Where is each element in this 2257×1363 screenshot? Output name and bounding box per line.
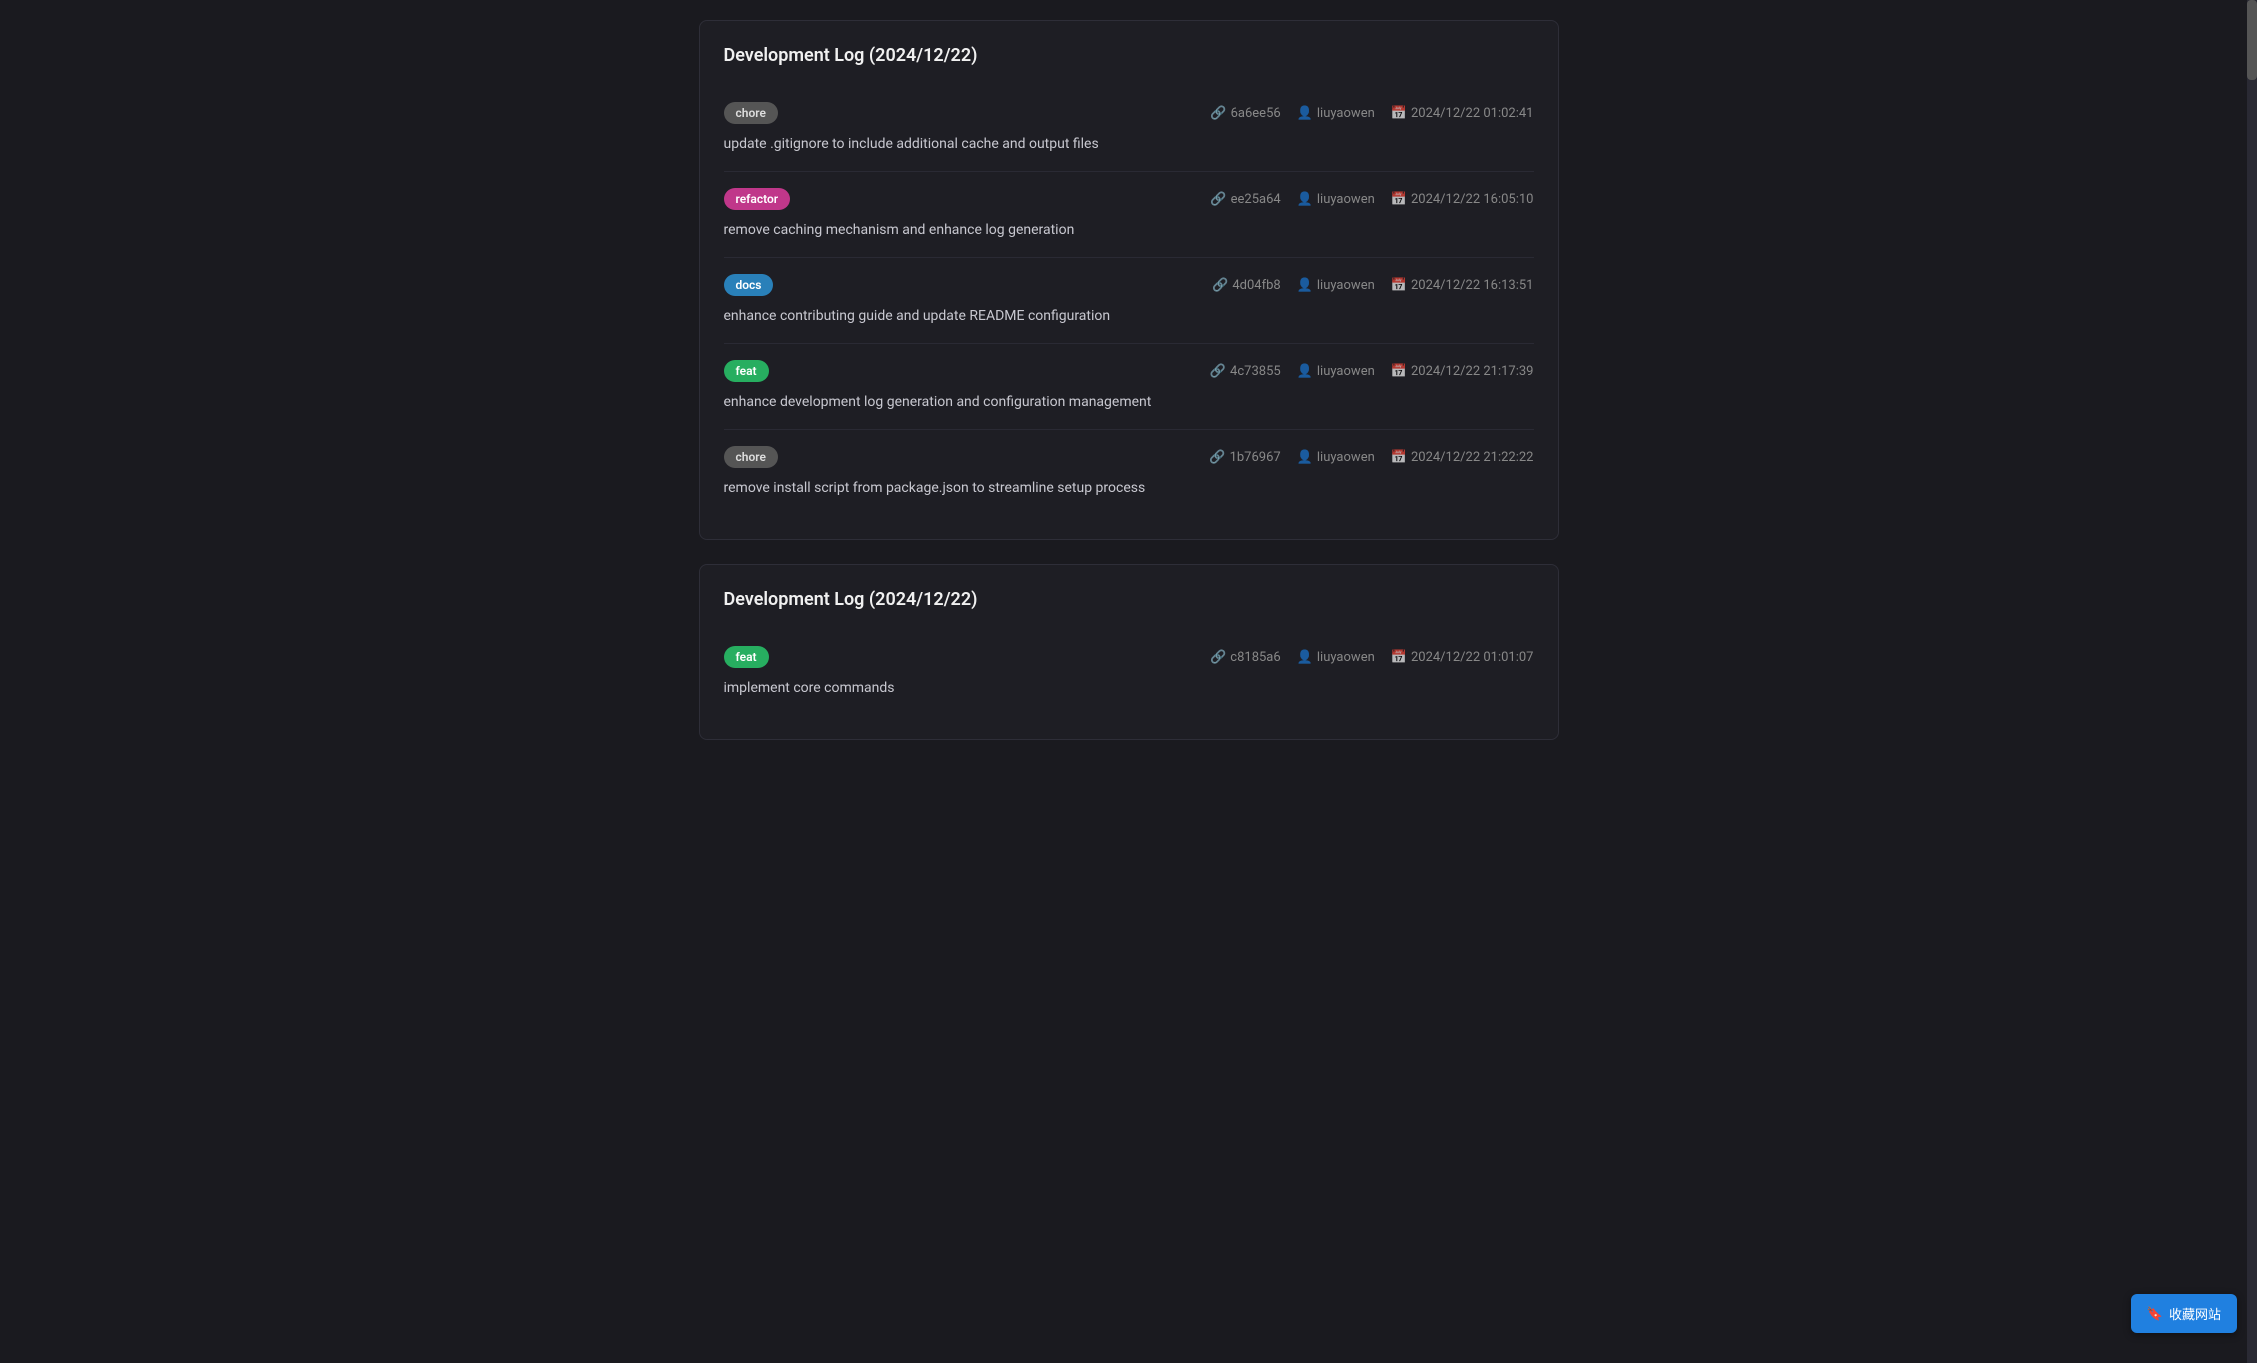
person-icon: 👤: [1297, 192, 1313, 207]
commit-message-1-0: implement core commands: [724, 678, 1534, 699]
link-icon: 🔗: [1210, 192, 1226, 207]
commit-author-0-3: 👤liuyaowen: [1297, 364, 1375, 379]
commit-list-1: feat 🔗c8185a6 👤liuyaowen 📅2024/12/22 01:01:…: [724, 630, 1534, 715]
commit-hash-0-4: 🔗1b76967: [1209, 450, 1280, 465]
scrollbar-thumb[interactable]: [2247, 0, 2257, 80]
commit-hash-0-2: 🔗4d04fb8: [1212, 278, 1281, 293]
commit-hash-0-0: 🔗6a6ee56: [1210, 106, 1280, 121]
section-title-0: Development Log (2024/12/22): [724, 45, 1534, 66]
commit-author-1-0: 👤liuyaowen: [1297, 650, 1375, 665]
commit-header-0-3: feat 🔗4c73855 👤liuyaowen 📅2024/12/22 21:17:…: [724, 360, 1534, 382]
scrollbar-track[interactable]: [2247, 0, 2257, 1363]
link-icon: 🔗: [1212, 278, 1228, 293]
commit-date-0-1: 📅2024/12/22 16:05:10: [1391, 192, 1534, 207]
log-section-1: Development Log (2024/12/22) feat 🔗c8185a6…: [699, 564, 1559, 740]
calendar-icon: 📅: [1391, 278, 1407, 293]
commit-date-0-4: 📅2024/12/22 21:22:22: [1391, 450, 1534, 465]
link-icon: 🔗: [1210, 364, 1226, 379]
person-icon: 👤: [1297, 650, 1313, 665]
commit-author-0-4: 👤liuyaowen: [1297, 450, 1375, 465]
section-title-1: Development Log (2024/12/22): [724, 589, 1534, 610]
commit-item-0-4: chore 🔗1b76967 👤liuyaowen 📅2024/12/22 21:22…: [724, 430, 1534, 515]
commit-badge-0-3: feat: [724, 360, 769, 382]
link-icon: 🔗: [1210, 106, 1226, 121]
commit-message-0-0: update .gitignore to include additional …: [724, 134, 1534, 155]
bookmark-button[interactable]: 🔖 收藏网站: [2131, 1294, 2237, 1333]
commit-author-0-1: 👤liuyaowen: [1297, 192, 1375, 207]
person-icon: 👤: [1297, 106, 1313, 121]
commit-hash-1-0: 🔗c8185a6: [1210, 650, 1281, 665]
commit-meta-0-4: 🔗1b76967 👤liuyaowen 📅2024/12/22 21:22:22: [1209, 450, 1533, 465]
person-icon: 👤: [1297, 450, 1313, 465]
commit-badge-0-0: chore: [724, 102, 778, 124]
commit-hash-0-1: 🔗ee25a64: [1210, 192, 1280, 207]
commit-meta-0-0: 🔗6a6ee56 👤liuyaowen 📅2024/12/22 01:02:41: [1210, 106, 1533, 121]
commit-badge-0-1: refactor: [724, 188, 791, 210]
person-icon: 👤: [1297, 278, 1313, 293]
commit-date-0-0: 📅2024/12/22 01:02:41: [1391, 106, 1534, 121]
commit-author-0-0: 👤liuyaowen: [1297, 106, 1375, 121]
commit-meta-1-0: 🔗c8185a6 👤liuyaowen 📅2024/12/22 01:01:07: [1210, 650, 1533, 665]
commit-message-0-1: remove caching mechanism and enhance log…: [724, 220, 1534, 241]
bookmark-icon: 🔖: [2147, 1306, 2163, 1322]
commit-meta-0-1: 🔗ee25a64 👤liuyaowen 📅2024/12/22 16:05:10: [1210, 192, 1533, 207]
commit-header-1-0: feat 🔗c8185a6 👤liuyaowen 📅2024/12/22 01:01:…: [724, 646, 1534, 668]
commit-message-0-2: enhance contributing guide and update RE…: [724, 306, 1534, 327]
person-icon: 👤: [1297, 364, 1313, 379]
calendar-icon: 📅: [1391, 364, 1407, 379]
commit-header-0-4: chore 🔗1b76967 👤liuyaowen 📅2024/12/22 21:22…: [724, 446, 1534, 468]
commit-message-0-3: enhance development log generation and c…: [724, 392, 1534, 413]
commit-author-0-2: 👤liuyaowen: [1297, 278, 1375, 293]
link-icon: 🔗: [1210, 650, 1226, 665]
page-container: Development Log (2024/12/22) chore 🔗6a6ee5…: [679, 20, 1579, 740]
commit-meta-0-2: 🔗4d04fb8 👤liuyaowen 📅2024/12/22 16:13:51: [1212, 278, 1533, 293]
commit-header-0-1: refactor 🔗ee25a64 👤liuyaowen 📅2024/12/22 16…: [724, 188, 1534, 210]
bookmark-label: 收藏网站: [2169, 1304, 2221, 1323]
commit-item-0-2: docs 🔗4d04fb8 👤liuyaowen 📅2024/12/22 16:13:…: [724, 258, 1534, 344]
commit-message-0-4: remove install script from package.json …: [724, 478, 1534, 499]
commit-list-0: chore 🔗6a6ee56 👤liuyaowen 📅2024/12/22 01:02…: [724, 86, 1534, 515]
commit-date-0-2: 📅2024/12/22 16:13:51: [1391, 278, 1534, 293]
link-icon: 🔗: [1209, 450, 1225, 465]
commit-badge-0-2: docs: [724, 274, 774, 296]
commit-badge-0-4: chore: [724, 446, 778, 468]
commit-header-0-2: docs 🔗4d04fb8 👤liuyaowen 📅2024/12/22 16:13:…: [724, 274, 1534, 296]
commit-item-0-1: refactor 🔗ee25a64 👤liuyaowen 📅2024/12/22 16…: [724, 172, 1534, 258]
calendar-icon: 📅: [1391, 650, 1407, 665]
commit-item-0-3: feat 🔗4c73855 👤liuyaowen 📅2024/12/22 21:17:…: [724, 344, 1534, 430]
commit-item-0-0: chore 🔗6a6ee56 👤liuyaowen 📅2024/12/22 01:02…: [724, 86, 1534, 172]
commit-badge-1-0: feat: [724, 646, 769, 668]
commit-hash-0-3: 🔗4c73855: [1210, 364, 1281, 379]
commit-date-1-0: 📅2024/12/22 01:01:07: [1391, 650, 1534, 665]
commit-item-1-0: feat 🔗c8185a6 👤liuyaowen 📅2024/12/22 01:01:…: [724, 630, 1534, 715]
commit-meta-0-3: 🔗4c73855 👤liuyaowen 📅2024/12/22 21:17:39: [1210, 364, 1534, 379]
log-section-0: Development Log (2024/12/22) chore 🔗6a6ee5…: [699, 20, 1559, 540]
commit-header-0-0: chore 🔗6a6ee56 👤liuyaowen 📅2024/12/22 01:02…: [724, 102, 1534, 124]
calendar-icon: 📅: [1391, 192, 1407, 207]
calendar-icon: 📅: [1391, 106, 1407, 121]
calendar-icon: 📅: [1391, 450, 1407, 465]
commit-date-0-3: 📅2024/12/22 21:17:39: [1391, 364, 1534, 379]
